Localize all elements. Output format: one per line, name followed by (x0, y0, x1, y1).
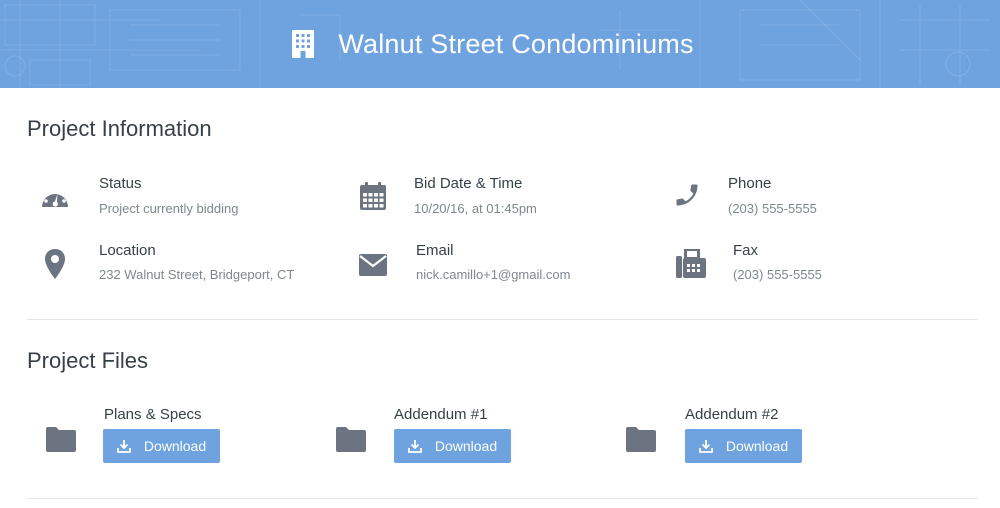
building-icon (292, 30, 315, 58)
phone-label: Phone (728, 175, 772, 192)
folder-icon (46, 427, 76, 452)
download-button-label: Download (434, 438, 498, 454)
section-divider (27, 498, 978, 499)
map-pin-icon (45, 249, 65, 279)
file-name: Addendum #1 (394, 406, 488, 423)
phone-value[interactable]: (203) 555-5555 (728, 201, 817, 216)
folder-icon (336, 427, 366, 452)
download-icon (407, 440, 422, 453)
calendar-icon (360, 182, 386, 210)
download-button-label: Download (143, 438, 207, 454)
project-information-heading: Project Information (27, 116, 212, 141)
download-button[interactable]: Download (394, 429, 511, 463)
download-icon (116, 440, 131, 453)
section-divider (27, 319, 978, 320)
envelope-icon (359, 254, 387, 276)
fax-icon (676, 249, 706, 278)
email-value[interactable]: nick.camillo+1@gmail.com (416, 267, 570, 282)
project-files-heading: Project Files (27, 348, 149, 373)
dashboard-gauge-icon (42, 188, 68, 207)
download-button[interactable]: Download (103, 429, 220, 463)
fax-value: (203) 555-5555 (733, 267, 822, 282)
email-label: Email (416, 242, 454, 259)
download-icon (698, 440, 713, 453)
page-title: Walnut Street Condominiums (338, 28, 694, 59)
bid-date-label: Bid Date & Time (414, 175, 523, 192)
location-label: Location (99, 242, 156, 259)
download-button[interactable]: Download (685, 429, 802, 463)
phone-icon (676, 184, 698, 206)
project-header: Walnut Street Condominiums (0, 0, 1000, 88)
location-value: 232 Walnut Street, Bridgeport, CT (99, 267, 295, 282)
bid-date-value: 10/20/16, at 01:45pm (414, 201, 537, 216)
fax-label: Fax (733, 242, 759, 259)
file-name: Plans & Specs (104, 406, 202, 423)
status-value: Project currently bidding (99, 201, 239, 216)
download-button-label: Download (725, 438, 789, 454)
file-name: Addendum #2 (685, 406, 779, 423)
folder-icon (626, 427, 656, 452)
status-label: Status (99, 175, 142, 192)
